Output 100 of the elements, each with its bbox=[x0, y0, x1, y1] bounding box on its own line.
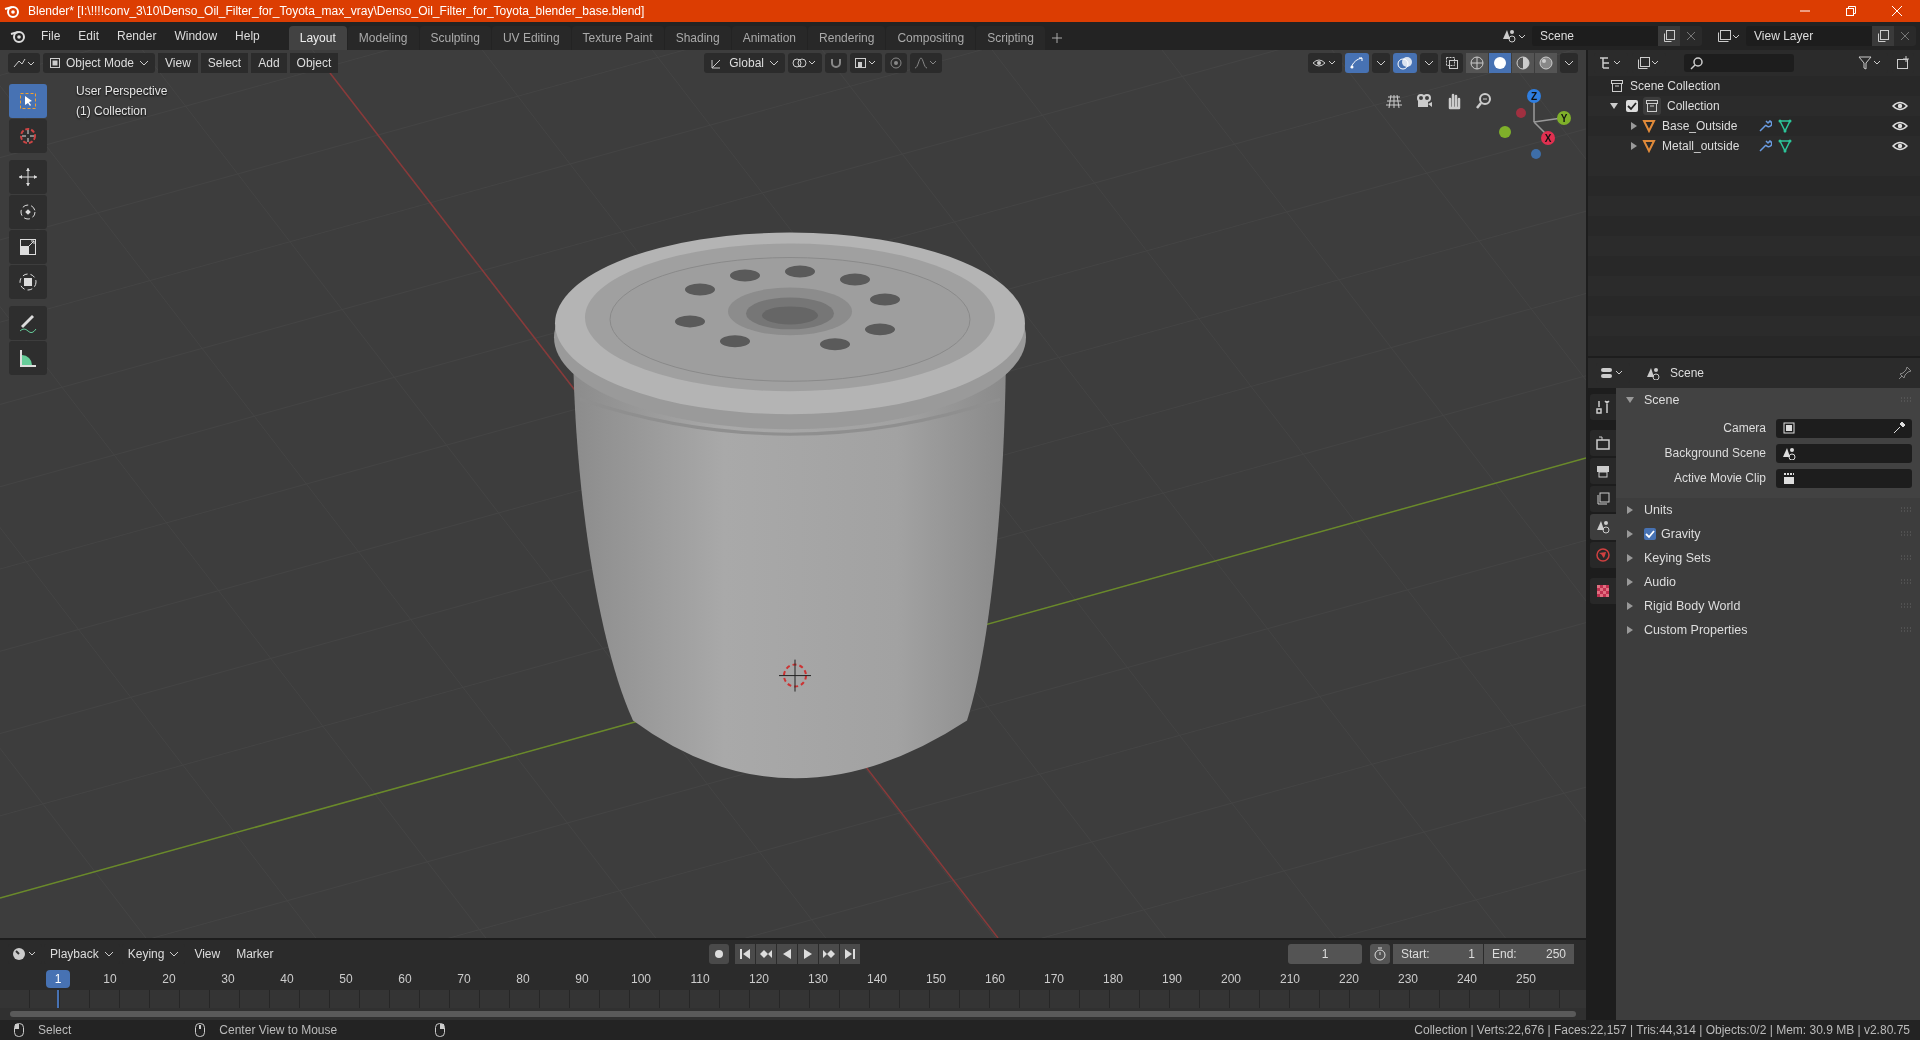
output-tab[interactable] bbox=[1590, 458, 1616, 484]
expand-arrow-icon[interactable] bbox=[1626, 530, 1634, 538]
measure-tool[interactable] bbox=[9, 341, 47, 375]
scene-dropdown-icon[interactable] bbox=[1502, 28, 1528, 44]
menu-item[interactable]: Object bbox=[289, 53, 339, 73]
mode-dropdown[interactable]: Object Mode bbox=[43, 53, 156, 73]
expand-arrow-icon[interactable] bbox=[1626, 506, 1634, 514]
expand-arrow-icon[interactable] bbox=[1626, 602, 1634, 610]
axis-handle[interactable] bbox=[1516, 108, 1526, 118]
eye-icon[interactable] bbox=[1892, 100, 1908, 112]
tree-item[interactable]: Scene Collection bbox=[1630, 79, 1721, 93]
play-button[interactable] bbox=[797, 944, 818, 964]
workspace-tab[interactable]: Shading bbox=[664, 26, 731, 50]
timeline-track[interactable] bbox=[0, 990, 1586, 1008]
wrench-icon[interactable] bbox=[1758, 139, 1772, 153]
caret-icon[interactable] bbox=[1424, 59, 1434, 67]
next-keyframe-button[interactable] bbox=[818, 944, 839, 964]
magnet-icon[interactable] bbox=[828, 56, 843, 70]
gizmo-toggle[interactable] bbox=[1345, 53, 1369, 73]
end-frame-field[interactable]: End: 250 bbox=[1484, 944, 1574, 964]
workspace-tab[interactable]: Layout bbox=[288, 26, 347, 50]
menu-item[interactable]: Edit bbox=[69, 29, 109, 43]
expand-arrow-icon[interactable] bbox=[1630, 142, 1638, 150]
panel-title[interactable]: Units bbox=[1644, 503, 1673, 517]
camera-icon[interactable] bbox=[1415, 92, 1433, 110]
data-block-field[interactable] bbox=[1776, 468, 1912, 488]
menu-item[interactable]: File bbox=[32, 29, 70, 43]
image-stack-icon[interactable] bbox=[1716, 28, 1742, 44]
expand-arrow-icon[interactable] bbox=[1610, 102, 1618, 110]
panel-title[interactable]: Custom Properties bbox=[1644, 623, 1748, 637]
render-tab[interactable] bbox=[1590, 430, 1616, 456]
xray-toggle[interactable] bbox=[1441, 53, 1463, 73]
scale-tool[interactable] bbox=[9, 230, 47, 264]
material-shading-button[interactable] bbox=[1512, 53, 1534, 73]
add-workspace-icon[interactable] bbox=[1051, 33, 1062, 43]
tree-item[interactable]: Collection bbox=[1667, 99, 1720, 113]
select-tool[interactable] bbox=[9, 84, 47, 118]
checkbox[interactable] bbox=[1644, 528, 1656, 540]
close-icon[interactable] bbox=[1685, 30, 1697, 42]
workspace-tab[interactable]: Scripting bbox=[976, 26, 1045, 50]
data-block-field[interactable] bbox=[1776, 418, 1912, 438]
menu-item[interactable]: Help bbox=[226, 29, 269, 43]
panel-title[interactable]: Rigid Body World bbox=[1644, 599, 1741, 613]
scrollbar[interactable] bbox=[10, 1011, 1576, 1017]
new-collection-icon[interactable] bbox=[1896, 56, 1910, 70]
workspace-tab[interactable]: Animation bbox=[731, 26, 808, 50]
eyedropper-icon[interactable] bbox=[1892, 421, 1906, 435]
scene-field[interactable]: Scene bbox=[1532, 26, 1658, 46]
visibility-icon[interactable] bbox=[1312, 56, 1338, 70]
expand-arrow-icon[interactable] bbox=[1626, 578, 1634, 586]
expand-arrow-icon[interactable] bbox=[1626, 626, 1634, 634]
axis-handle[interactable] bbox=[1499, 126, 1511, 138]
blender-logo-icon[interactable] bbox=[10, 29, 26, 43]
stopwatch-button[interactable] bbox=[1370, 944, 1390, 964]
workspace-tab[interactable]: Rendering bbox=[808, 26, 886, 50]
record-button[interactable] bbox=[708, 944, 729, 964]
overlay-toggle[interactable] bbox=[1393, 53, 1417, 73]
playhead-marker[interactable]: 1 bbox=[46, 970, 70, 988]
menu-item[interactable]: Window bbox=[165, 29, 227, 43]
axis-handle[interactable] bbox=[1531, 149, 1541, 159]
workspace-tab[interactable]: Compositing bbox=[886, 26, 976, 50]
menu-item[interactable]: Add bbox=[251, 53, 287, 73]
wireframe-shading-button[interactable] bbox=[1466, 53, 1488, 73]
solid-shading-button[interactable] bbox=[1489, 53, 1511, 73]
texture-tab[interactable] bbox=[1590, 578, 1616, 604]
transform-tool[interactable] bbox=[9, 265, 47, 299]
mesh-icon[interactable] bbox=[1778, 119, 1792, 133]
checkbox[interactable] bbox=[1626, 100, 1638, 112]
data-block-field[interactable] bbox=[1776, 443, 1912, 463]
panel-title[interactable]: Gravity bbox=[1661, 527, 1701, 541]
snap-target-icon[interactable] bbox=[853, 56, 878, 70]
proportional-edit-icon[interactable] bbox=[888, 56, 903, 70]
panel-title[interactable]: Scene bbox=[1644, 393, 1680, 407]
jump-end-button[interactable] bbox=[839, 944, 860, 964]
panel-title[interactable]: Audio bbox=[1644, 575, 1676, 589]
tree-item[interactable]: Base_Outside bbox=[1662, 119, 1752, 133]
pivot-icon[interactable] bbox=[791, 56, 818, 70]
falloff-curve-icon[interactable] bbox=[913, 56, 938, 70]
restore-icon[interactable] bbox=[1845, 5, 1857, 17]
menu-item[interactable]: Select bbox=[200, 53, 249, 73]
orientation-dropdown[interactable]: Global bbox=[704, 53, 785, 73]
axis-handle[interactable]: X bbox=[1541, 131, 1555, 145]
move-tool[interactable] bbox=[9, 160, 47, 194]
tree-item[interactable]: Metall_outside bbox=[1662, 139, 1752, 153]
pin-icon[interactable] bbox=[1898, 366, 1912, 380]
rendered-shading-button[interactable] bbox=[1535, 53, 1557, 73]
axis-handle[interactable]: Y bbox=[1557, 111, 1571, 125]
workspace-tab[interactable]: Texture Paint bbox=[571, 26, 664, 50]
caret-icon[interactable] bbox=[1564, 59, 1574, 67]
expand-arrow-icon[interactable] bbox=[1630, 122, 1638, 130]
start-frame-field[interactable]: Start: 1 bbox=[1393, 944, 1483, 964]
workspace-tab[interactable]: Modeling bbox=[347, 26, 419, 50]
workspace-tab[interactable]: UV Editing bbox=[491, 26, 571, 50]
rotate-tool[interactable] bbox=[9, 195, 47, 229]
workspace-tab[interactable]: Sculpting bbox=[419, 26, 491, 50]
view-layer-tab[interactable] bbox=[1590, 486, 1616, 512]
mesh-icon[interactable] bbox=[1778, 139, 1792, 153]
scene-tab[interactable] bbox=[1590, 514, 1616, 540]
wrench-icon[interactable] bbox=[1758, 119, 1772, 133]
eye-icon[interactable] bbox=[1892, 140, 1908, 152]
